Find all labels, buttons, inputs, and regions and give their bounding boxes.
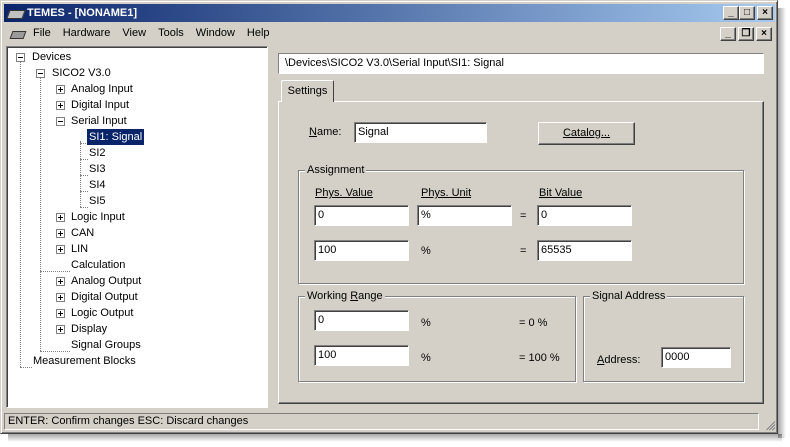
status-text: ENTER: Confirm changes ESC: Discard chan…	[4, 413, 759, 430]
phys-value-2-field[interactable]: 100	[314, 240, 409, 261]
phys-value-header: Phys. Value	[315, 187, 373, 199]
collapse-icon[interactable]	[56, 117, 65, 126]
phys-value-1-field[interactable]: 0	[314, 205, 409, 226]
catalog-button[interactable]: Catalog...	[538, 122, 635, 145]
expand-icon[interactable]	[56, 101, 65, 110]
range-max-field[interactable]: 100	[314, 345, 409, 366]
app-icon	[7, 7, 23, 19]
window-title: TEMES - [NONAME1]	[27, 7, 137, 19]
menu-file[interactable]: File	[27, 25, 57, 42]
address-label: Address:	[597, 354, 641, 366]
doc-restore-button[interactable]: ❐	[738, 26, 754, 41]
menu-help[interactable]: Help	[241, 25, 276, 42]
bit-value-header: Bit Value	[539, 187, 583, 199]
doc-close-button[interactable]: ×	[756, 26, 772, 41]
title-bar[interactable]: TEMES - [NONAME1] _ □ ×	[4, 4, 775, 22]
path-display: \Devices\SICO2 V3.0\Serial Input\SI1: Si…	[278, 53, 764, 74]
minimize-button[interactable]: _	[723, 6, 739, 20]
menu-view[interactable]: View	[116, 25, 152, 42]
bit-value-2-field[interactable]: 65535	[537, 240, 632, 261]
signal-address-title: Signal Address	[590, 289, 668, 303]
settings-page: Name: Signal Catalog... Assignment Phys.…	[278, 101, 764, 404]
menu-window[interactable]: Window	[190, 25, 241, 42]
phys-unit-field[interactable]: %	[417, 205, 512, 226]
expand-icon[interactable]	[56, 293, 65, 302]
range-min-unit: %	[421, 317, 431, 329]
doc-minimize-button[interactable]: _	[720, 26, 736, 41]
expand-icon[interactable]	[56, 245, 65, 254]
equals-sign: =	[520, 245, 527, 257]
assignment-group: Assignment Phys. Value Phys. Unit Bit Va…	[298, 163, 744, 284]
menu-hardware[interactable]: Hardware	[57, 25, 117, 42]
bit-value-1-field[interactable]: 0	[537, 205, 632, 226]
menu-tools[interactable]: Tools	[152, 25, 190, 42]
document-icon[interactable]	[9, 28, 27, 40]
main-window: TEMES - [NONAME1] _ □ × File Hardware Vi…	[0, 0, 778, 434]
tab-settings[interactable]: Settings	[281, 80, 334, 102]
address-field[interactable]: 0000	[661, 347, 731, 368]
range-max-unit: %	[421, 352, 431, 364]
maximize-button[interactable]: □	[739, 6, 755, 20]
expand-icon[interactable]	[56, 213, 65, 222]
range-max-result: = 100 %	[519, 352, 560, 364]
expand-icon[interactable]	[56, 85, 65, 94]
name-label: Name:	[309, 126, 342, 138]
close-button[interactable]: ×	[757, 6, 773, 20]
expand-icon[interactable]	[56, 309, 65, 318]
working-range-title: Working Range	[305, 289, 385, 303]
collapse-icon[interactable]	[16, 53, 25, 62]
equals-sign: =	[520, 210, 527, 222]
status-bar: ENTER: Confirm changes ESC: Discard chan…	[4, 412, 776, 431]
device-tree[interactable]: Devices SICO2 V3.0 Analog Input Digital …	[6, 46, 268, 408]
phys-unit-2-label: %	[421, 245, 431, 257]
expand-icon[interactable]	[56, 229, 65, 238]
range-min-field[interactable]: 0	[314, 310, 409, 331]
signal-address-group: Signal Address Address: 0000	[583, 289, 744, 382]
working-range-group: Working Range 0 % = 0 % 100 % = 100 %	[298, 289, 576, 382]
resize-grip-icon[interactable]	[761, 415, 776, 431]
expand-icon[interactable]	[56, 325, 65, 334]
range-min-result: = 0 %	[519, 317, 548, 329]
menu-bar: File Hardware View Tools Window Help _ ❐…	[4, 24, 775, 43]
phys-unit-header: Phys. Unit	[421, 187, 472, 199]
assignment-title: Assignment	[305, 163, 367, 177]
panel-splitter[interactable]	[268, 46, 274, 408]
name-field[interactable]: Signal	[354, 122, 487, 143]
expand-icon[interactable]	[56, 277, 65, 286]
collapse-icon[interactable]	[36, 69, 45, 78]
